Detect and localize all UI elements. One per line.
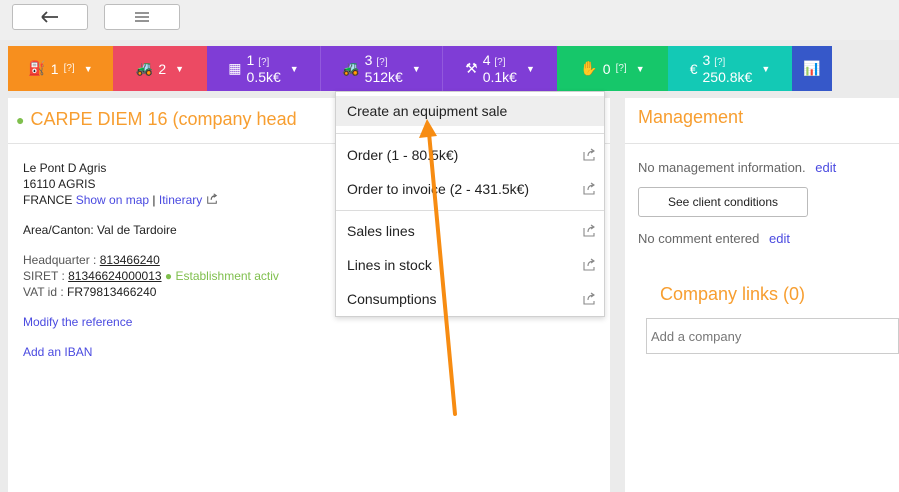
top-toolbar [0,0,899,40]
back-arrow-icon [41,11,58,23]
sales-dropdown-menu: Create an equipment sale Order (1 - 80.5… [335,91,605,317]
comment-info: No comment entered edit [638,231,790,246]
menu-item-sales-lines[interactable]: Sales lines [336,216,604,246]
company-details: Le Pont D Agris 16110 AGRIS FRANCE Show … [23,160,279,360]
headquarter-label: Headquarter : [23,253,100,267]
area-canton: Area/Canton: Val de Tardoire [23,223,177,237]
country: FRANCE [23,193,73,207]
chevron-down-icon: ▼ [83,63,93,74]
external-link-icon [583,224,595,237]
tab-tools[interactable]: ⚒ 4 [?] 0.1k€ ▼ [442,46,557,91]
external-link-icon [583,258,595,271]
address-line1: Le Pont D Agris [23,161,107,175]
tools-icon: ⚒ [465,60,478,76]
tab-equipment[interactable]: ⛽ 1 [?] ▼ [8,46,113,91]
calculator-icon: ▦ [228,60,242,76]
tab-stats[interactable]: 📊 [792,46,832,91]
chevron-down-icon: ▼ [175,63,185,74]
itinerary-link[interactable]: Itinerary [159,193,202,207]
management-title: Management [638,107,744,127]
chevron-down-icon: ▼ [289,63,299,74]
tab-invoice[interactable]: € 3 [?] 250.8k€ ▼ [668,46,792,91]
tab-approval[interactable]: ✋ 0 [?] ▼ [557,46,668,91]
hand-icon: ✋ [580,60,598,76]
menu-item-lines-in-stock[interactable]: Lines in stock [336,250,604,280]
tab-tractor[interactable]: 🚜 2 ▼ [113,46,207,91]
menu-item-order-to-invoice[interactable]: Order to invoice (2 - 431.5k€) [336,174,604,204]
chevron-down-icon: ▼ [411,63,421,74]
show-on-map-link[interactable]: Show on map [76,193,149,207]
external-link-icon [583,292,595,305]
external-link-icon [583,182,595,195]
separator: | [152,193,156,207]
chevron-down-icon: ▼ [635,63,645,74]
divider [625,143,899,144]
back-button[interactable] [12,4,88,30]
siret-link[interactable]: 81346624000013 [68,269,161,283]
add-iban-link[interactable]: Add an IBAN [23,344,279,360]
edit-comment-link[interactable]: edit [769,231,790,246]
fuel-pump-icon: ⛽ [28,60,46,76]
headquarter-link[interactable]: 813466240 [100,253,160,267]
tab-calculator[interactable]: ▦ 1 [?] 0.5k€ ▼ [207,46,320,91]
chart-icon: 📊 [803,60,821,76]
modify-reference-link[interactable]: Modify the reference [23,314,279,330]
tractor-icon: 🚜 [342,60,360,76]
status-dot-icon: ● [164,269,173,283]
list-view-button[interactable] [104,4,180,30]
invoice-euro-icon: € [689,60,698,77]
management-info: No management information. edit [638,160,837,175]
tab-tractor-sales[interactable]: 🚜 3 [?] 512k€ ▼ [320,46,442,91]
see-client-conditions-button[interactable]: See client conditions [638,187,808,217]
chevron-down-icon: ▼ [525,63,535,74]
external-link-icon[interactable] [206,193,218,205]
vat-value: FR79813466240 [67,285,157,299]
siret-label: SIRET : [23,269,69,283]
menu-item-order[interactable]: Order (1 - 80.5k€) [336,140,604,170]
company-links-title: Company links (0) [660,284,806,304]
add-company-input[interactable] [646,318,899,354]
tractor-icon: 🚜 [135,60,154,76]
menu-divider [336,133,604,134]
address-line2: 16110 AGRIS [23,177,96,191]
status-dot-icon: ● [16,112,25,128]
menu-item-consumptions[interactable]: Consumptions [336,284,604,314]
edit-management-link[interactable]: edit [815,160,836,175]
module-tab-bar: ⛽ 1 [?] ▼ 🚜 2 ▼ ▦ 1 [?] 0.5k€ ▼ 🚜 3 [?] 51… [8,46,899,91]
menu-item-create-equipment-sale[interactable]: Create an equipment sale [336,96,604,126]
vat-label: VAT id : [23,285,68,299]
list-icon [135,12,149,22]
company-title: ● CARPE DIEM 16 (company head [16,109,297,129]
menu-divider [336,210,604,211]
chevron-down-icon: ▼ [761,63,771,74]
external-link-icon [583,148,595,161]
establishment-status: Establishment activ [175,269,279,283]
